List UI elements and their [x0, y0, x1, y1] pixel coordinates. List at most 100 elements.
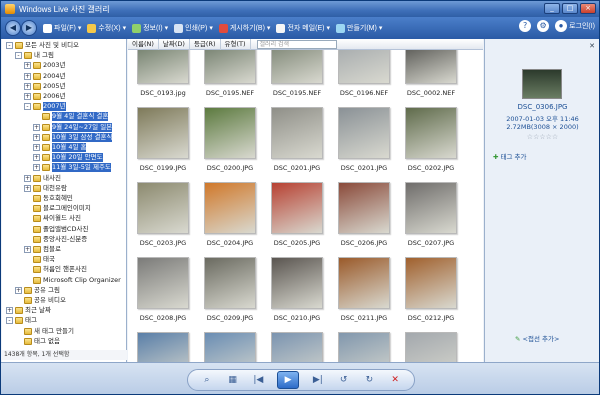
rotate-right-icon[interactable]: ↻: [362, 375, 376, 385]
tree-item[interactable]: - 2007년: [24, 102, 66, 112]
expand-icon[interactable]: +: [6, 307, 13, 315]
sort-by-date[interactable]: 날짜(D): [159, 38, 190, 50]
photo-thumbnail[interactable]: [137, 257, 189, 309]
tree-item[interactable]: 태국: [24, 255, 55, 264]
expand-icon[interactable]: +: [24, 72, 31, 80]
close-button[interactable]: ×: [580, 3, 596, 14]
sort-by-type[interactable]: 유형(T): [221, 38, 251, 50]
photo-thumbnail[interactable]: [137, 332, 189, 362]
expand-icon[interactable]: +: [24, 184, 31, 192]
delete-icon[interactable]: ✕: [388, 375, 402, 385]
thumbnail-item[interactable]: DSC_0193.jpg: [130, 50, 196, 105]
tree-item[interactable]: + 공유 그림: [15, 286, 60, 295]
thumbnail-item[interactable]: DSC_0206.JPG: [331, 178, 397, 255]
thumbnail-item[interactable]: DSC_0203.JPG: [130, 178, 196, 255]
collapse-icon[interactable]: -: [24, 103, 31, 111]
toolbar-publish-menu[interactable]: 게시하기(B) ▾: [218, 23, 270, 33]
tree-item[interactable]: +10월 3일 삼성 결혼식: [33, 132, 113, 142]
thumbnail-item[interactable]: DSC_0204.JPG: [197, 178, 263, 255]
photo-thumbnail[interactable]: [338, 50, 390, 84]
expand-icon[interactable]: +: [15, 286, 22, 294]
maximize-button[interactable]: □: [562, 3, 578, 14]
tree-item[interactable]: 태그 없음: [15, 337, 60, 346]
thumbnail-item[interactable]: DSC_0195.NEF: [264, 50, 330, 105]
toolbar-make-menu[interactable]: 만들기(M) ▾: [336, 23, 382, 33]
tree-item[interactable]: +2006년: [24, 92, 66, 101]
tree-item[interactable]: +2004년: [24, 72, 66, 81]
thumbnail-item[interactable]: DSC_0202.JPG: [398, 103, 464, 180]
thumbnail-item[interactable]: DSC_0209.JPG: [197, 253, 263, 330]
thumbnail-item[interactable]: DSC_0211.JPG: [331, 253, 397, 330]
tree-item[interactable]: - 모든 사진 및 비디오: [6, 41, 79, 50]
add-caption-link[interactable]: ✎ <접선 추가>: [515, 333, 559, 343]
thumbnail-item[interactable]: DSC_0002.NEF: [398, 50, 464, 105]
photo-thumbnail[interactable]: [204, 257, 256, 309]
tree-item[interactable]: +10월 20일 안면도: [33, 153, 103, 163]
slideshow-button[interactable]: ▶: [277, 371, 300, 389]
photo-thumbnail[interactable]: [271, 182, 323, 234]
tree-item[interactable]: +2005년: [24, 82, 66, 91]
thumbnail-item[interactable]: DSC_0210.JPG: [264, 253, 330, 330]
collapse-icon[interactable]: -: [6, 317, 13, 325]
expand-icon[interactable]: +: [24, 246, 31, 253]
thumbnail-item[interactable]: DSC_0196.NEF: [331, 50, 397, 105]
tree-item[interactable]: 9월 4일 결혼식 결혼: [33, 112, 109, 122]
tree-item[interactable]: - 태그: [6, 316, 37, 325]
tree-item[interactable]: + 최근 날짜: [6, 306, 51, 315]
expand-icon[interactable]: +: [24, 62, 31, 70]
thumbnail-item[interactable]: DSC_0199.JPG: [130, 103, 196, 180]
thumbnail-item[interactable]: [130, 328, 196, 362]
toolbar-print-menu[interactable]: 인쇄(P) ▾: [174, 23, 213, 33]
tree-item[interactable]: 졸업앨범CD사진: [24, 225, 88, 234]
thumbnail-item[interactable]: [197, 328, 263, 362]
settings-icon[interactable]: ⚙: [537, 20, 550, 32]
tree-item[interactable]: +9월 24일~27일 일본: [33, 122, 113, 132]
photo-thumbnail[interactable]: [405, 332, 457, 362]
tree-item[interactable]: +2003년: [24, 61, 66, 70]
toolbar-file-menu[interactable]: 파일(F) ▾: [43, 23, 81, 33]
photo-thumbnail[interactable]: [204, 182, 256, 234]
toolbar-edit-menu[interactable]: 수정(X) ▾: [87, 23, 126, 33]
expand-icon[interactable]: +: [33, 154, 40, 162]
photo-thumbnail[interactable]: [137, 50, 189, 84]
rotate-left-icon[interactable]: ↺: [337, 375, 351, 385]
photo-thumbnail[interactable]: [204, 107, 256, 159]
sort-by-name[interactable]: 이름(N): [128, 38, 159, 50]
forward-button[interactable]: ▶: [21, 20, 37, 36]
tree-item[interactable]: +11월 3일-5일 제주도: [33, 163, 111, 173]
photo-thumbnail[interactable]: [271, 50, 323, 84]
toolbar-info-menu[interactable]: 정보(I) ▾: [132, 23, 168, 33]
photo-thumbnail[interactable]: [137, 107, 189, 159]
tree-item[interactable]: 동호회혜민: [24, 194, 73, 203]
collapse-icon[interactable]: -: [6, 42, 13, 49]
tree-item[interactable]: 새 태그 만들기: [15, 327, 74, 336]
photo-thumbnail[interactable]: [338, 332, 390, 362]
thumbnail-item[interactable]: DSC_0195.NEF: [197, 50, 263, 105]
search-input[interactable]: 갤러리 검색: [256, 39, 337, 49]
photo-thumbnail[interactable]: [271, 257, 323, 309]
help-icon[interactable]: ?: [519, 20, 532, 32]
expand-icon[interactable]: +: [33, 123, 40, 131]
photo-thumbnail[interactable]: [405, 257, 457, 309]
thumbnail-item[interactable]: DSC_0200.JPG: [197, 103, 263, 180]
close-pane-icon[interactable]: ✕: [589, 42, 595, 50]
thumbnail-item[interactable]: DSC_0201.JPG: [264, 103, 330, 180]
view-icon[interactable]: ▦: [226, 375, 240, 385]
login-button[interactable]: ● 로그인(I): [555, 20, 595, 32]
tree-item[interactable]: - 내 그림: [15, 51, 54, 60]
thumbnail-item[interactable]: DSC_0201.JPG: [331, 103, 397, 180]
tree-item[interactable]: 블로그메인이미지: [24, 204, 91, 213]
tree-item[interactable]: + 컴블로: [24, 245, 61, 254]
thumbnail-item[interactable]: DSC_0208.JPG: [130, 253, 196, 330]
tree-item[interactable]: 싸이월드 사진: [24, 214, 81, 223]
minimize-button[interactable]: _: [544, 3, 560, 14]
expand-icon[interactable]: +: [33, 144, 40, 151]
tree-item[interactable]: + 대천유람: [24, 184, 67, 193]
photo-thumbnail[interactable]: [137, 182, 189, 234]
photo-thumbnail[interactable]: [338, 182, 390, 234]
sort-by-rating[interactable]: 등급(R): [190, 38, 221, 50]
tree-item[interactable]: 공유 비디오: [15, 296, 66, 305]
expand-icon[interactable]: +: [24, 82, 31, 90]
previous-icon[interactable]: |◀: [251, 375, 265, 385]
thumbnail-item[interactable]: [264, 328, 330, 362]
